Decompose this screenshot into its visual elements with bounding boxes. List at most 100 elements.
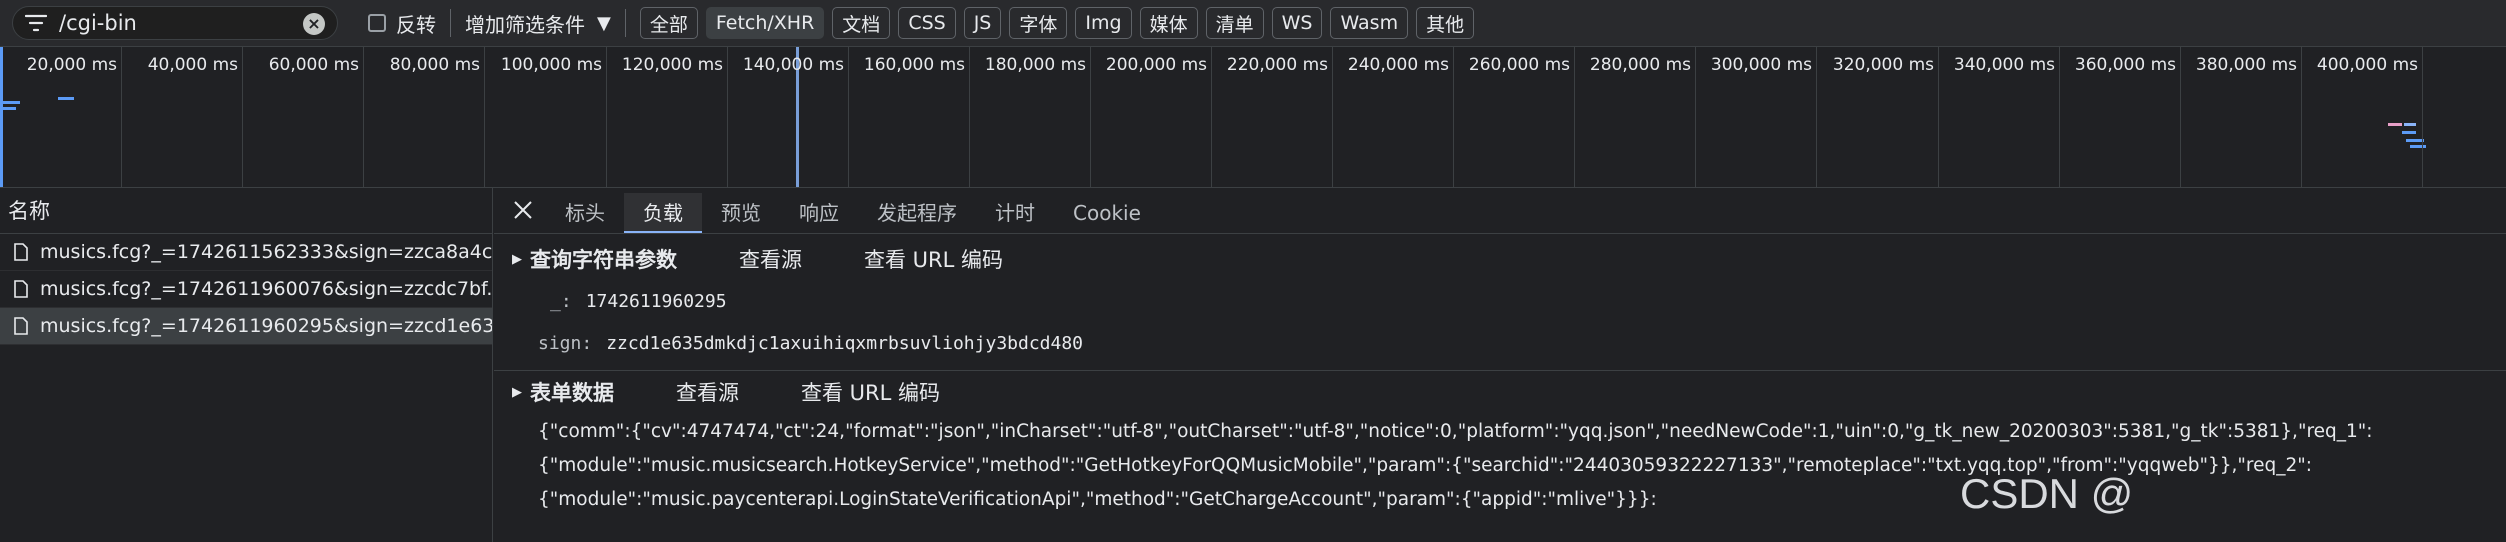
request-row[interactable]: musics.fcg?_=1742611960076&sign=zzcdc7bf…: [0, 271, 492, 308]
name-column-header[interactable]: 名称: [0, 188, 492, 234]
chip-font[interactable]: 字体: [1009, 7, 1068, 39]
view-source-link[interactable]: 查看源: [739, 244, 802, 274]
more-filters-dropdown[interactable]: 增加筛选条件 ▼: [465, 9, 611, 38]
filter-box[interactable]: ×: [12, 6, 338, 40]
type-filter-chips: 全部 Fetch/XHR 文档 CSS JS 字体 Img 媒体 清单 WS W…: [639, 7, 1482, 39]
timeline-gridline: [606, 47, 607, 187]
form-data-section-header[interactable]: ▶ 表单数据 查看源 查看 URL 编码: [512, 371, 2506, 413]
timeline-gridline: [363, 47, 364, 187]
timeline-tick-label: 320,000 ms: [1832, 55, 1934, 75]
timeline-tick-label: 100,000 ms: [500, 55, 602, 75]
tab-headers[interactable]: 标头: [546, 193, 624, 233]
request-name: musics.fcg?_=1742611960076&sign=zzcdc7bf…: [40, 278, 492, 300]
timeline-gridline: [2059, 47, 2060, 187]
timeline-tick-label: 340,000 ms: [1953, 55, 2055, 75]
query-param: _: 1742611960295: [538, 286, 2506, 316]
expand-triangle-icon: ▶: [512, 384, 522, 400]
timeline-tick-label: 60,000 ms: [268, 55, 359, 75]
tab-response[interactable]: 响应: [780, 193, 858, 233]
timeline-bar: [58, 97, 74, 100]
payload-line: {"module":"music.paycenterapi.LoginState…: [538, 489, 1657, 510]
timeline-tick-label: 140,000 ms: [742, 55, 844, 75]
chip-doc[interactable]: 文档: [832, 7, 891, 39]
clear-filter-icon[interactable]: ×: [303, 13, 325, 35]
chip-fetch-xhr[interactable]: Fetch/XHR: [705, 7, 825, 39]
timeline-gridline: [242, 47, 243, 187]
divider: [450, 9, 451, 37]
timeline-gridline: [1332, 47, 1333, 187]
timeline-tick-label: 360,000 ms: [2074, 55, 2176, 75]
payload-line: {"comm":{"cv":4747474,"ct":24,"format":"…: [538, 421, 2373, 442]
tab-preview[interactable]: 预览: [702, 193, 780, 233]
invert-label: 反转: [396, 12, 436, 37]
document-icon: [14, 317, 28, 335]
invert-checkbox[interactable]: [368, 14, 386, 32]
timeline-tick-label: 180,000 ms: [984, 55, 1086, 75]
request-details: 标头 负载 预览 响应 发起程序 计时 Cookie ▶ 查询字符串参数 查看源…: [494, 188, 2506, 542]
timeline-tick-label: 260,000 ms: [1468, 55, 1570, 75]
timeline-bar: [2, 101, 20, 104]
filter-bar: × 反转 增加筛选条件 ▼ 全部 Fetch/XHR 文档 CSS JS 字体 …: [0, 0, 2506, 47]
chip-img[interactable]: Img: [1075, 7, 1132, 39]
timeline-gridline: [727, 47, 728, 187]
document-icon: [14, 280, 28, 298]
timeline-tick-label: 280,000 ms: [1589, 55, 1691, 75]
param-value: zzcd1e635dmkdjc1axuihiqxmrbsuvliohjy3bdc…: [606, 332, 1084, 354]
details-tabs: 标头 负载 预览 响应 发起程序 计时 Cookie: [494, 188, 2506, 234]
timeline-gridline: [121, 47, 122, 187]
tab-initiator[interactable]: 发起程序: [858, 193, 976, 233]
chip-js[interactable]: JS: [963, 7, 1002, 39]
timeline-bar: [2404, 123, 2416, 126]
watermark: CSDN @: [1960, 470, 2134, 517]
section-title: 查询字符串参数: [530, 248, 677, 272]
timeline-start-handle[interactable]: [0, 47, 3, 187]
chevron-down-icon: ▼: [597, 12, 611, 34]
timeline-tick-label: 80,000 ms: [389, 55, 480, 75]
chip-ws[interactable]: WS: [1271, 7, 1323, 39]
param-key: _:: [550, 290, 572, 312]
tab-timing[interactable]: 计时: [976, 193, 1054, 233]
request-list: 名称 musics.fcg?_=1742611562333&sign=zzca8…: [0, 188, 493, 542]
view-url-encoded-link[interactable]: 查看 URL 编码: [864, 244, 1003, 274]
timeline-bar: [2388, 123, 2402, 126]
query-param: sign: zzcd1e635dmkdjc1axuihiqxmrbsuvlioh…: [538, 328, 2506, 358]
view-url-encoded-link[interactable]: 查看 URL 编码: [801, 377, 940, 407]
param-value: 1742611960295: [585, 290, 727, 312]
query-params-section-header[interactable]: ▶ 查询字符串参数 查看源 查看 URL 编码: [512, 238, 2506, 280]
timeline-gridline: [2301, 47, 2302, 187]
chip-wasm[interactable]: Wasm: [1330, 7, 1409, 39]
expand-triangle-icon: ▶: [512, 251, 522, 267]
timeline-tick-label: 240,000 ms: [1347, 55, 1449, 75]
timeline-tick-label: 20,000 ms: [26, 55, 117, 75]
timeline-tick-label: 300,000 ms: [1710, 55, 1812, 75]
chip-other[interactable]: 其他: [1416, 7, 1475, 39]
request-name: musics.fcg?_=1742611960295&sign=zzcd1e63…: [40, 315, 492, 337]
filter-input[interactable]: [57, 10, 291, 36]
timeline-tick-label: 160,000 ms: [863, 55, 965, 75]
timeline-tick-label: 200,000 ms: [1105, 55, 1207, 75]
timeline-gridline: [1574, 47, 1575, 187]
timeline-gridline: [2180, 47, 2181, 187]
chip-all[interactable]: 全部: [639, 7, 698, 39]
request-row-selected[interactable]: musics.fcg?_=1742611960295&sign=zzcd1e63…: [0, 308, 492, 345]
timeline-tick-label: 120,000 ms: [621, 55, 723, 75]
chip-media[interactable]: 媒体: [1139, 7, 1198, 39]
close-icon[interactable]: [500, 187, 546, 233]
section-title: 表单数据: [530, 381, 614, 405]
tab-cookie[interactable]: Cookie: [1054, 193, 1160, 233]
timeline-gridline: [1211, 47, 1212, 187]
timeline-tick-label: 220,000 ms: [1226, 55, 1328, 75]
timeline-gridline: [1695, 47, 1696, 187]
timeline-overview[interactable]: 20,000 ms 40,000 ms 60,000 ms 80,000 ms 100,…: [0, 47, 2506, 188]
request-row[interactable]: musics.fcg?_=1742611562333&sign=zzca8a4c…: [0, 234, 492, 271]
tab-payload[interactable]: 负载: [624, 193, 702, 233]
chip-manifest[interactable]: 清单: [1205, 7, 1264, 39]
invert-toggle[interactable]: 反转: [368, 9, 436, 38]
view-source-link[interactable]: 查看源: [676, 377, 739, 407]
timeline-gridline: [848, 47, 849, 187]
more-filters-label: 增加筛选条件: [465, 12, 585, 37]
divider: [624, 9, 626, 37]
request-name: musics.fcg?_=1742611562333&sign=zzca8a4c…: [40, 241, 492, 263]
chip-css[interactable]: CSS: [898, 7, 956, 39]
timeline-gridline: [2422, 47, 2423, 187]
